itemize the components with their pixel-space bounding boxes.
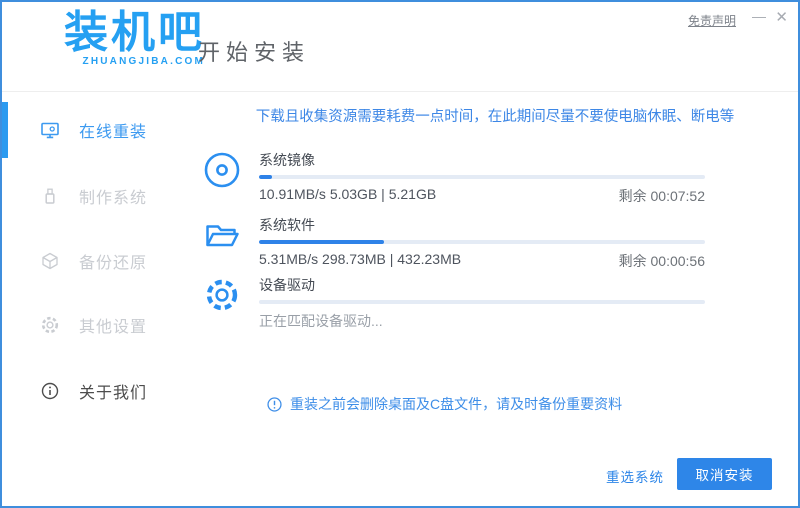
sidebar-item-about-us[interactable]: 关于我们 — [2, 363, 192, 419]
progress-bar — [259, 240, 705, 244]
task-remaining: 剩余 00:07:52 — [618, 188, 705, 204]
app-logo: 装机吧 ZHUANGJIBA.COM — [64, 8, 205, 67]
task-status: 正在匹配设备驱动... — [259, 313, 383, 329]
task-row-device-driver: 设备驱动 正在匹配设备驱动... — [202, 275, 706, 331]
info-icon — [40, 381, 60, 401]
disc-icon — [202, 150, 242, 190]
alert-circle-icon — [266, 396, 283, 413]
cancel-install-button[interactable]: 取消安装 — [677, 458, 772, 490]
installer-window: 装机吧 ZHUANGJIBA.COM 开始安装 免责声明 — ✕ 在线重装 制作… — [0, 0, 800, 508]
folder-icon — [202, 215, 242, 255]
backup-cube-icon — [40, 251, 60, 271]
disclaimer-link[interactable]: 免责声明 — [688, 12, 736, 29]
progress-fill — [259, 175, 273, 179]
sidebar: 在线重装 制作系统 备份还原 其他设置 关于我们 — [2, 92, 192, 506]
backup-tip: 重装之前会删除桌面及C盘文件，请及时备份重要资料 — [266, 394, 622, 414]
minimize-icon[interactable]: — — [752, 8, 766, 24]
download-notice: 下载且收集资源需要耗费一点时间，在此期间尽量不要使电脑休眠、断电等 — [255, 109, 735, 125]
progress-fill — [259, 240, 384, 244]
sidebar-item-label: 关于我们 — [79, 385, 148, 402]
progress-bar — [259, 300, 705, 304]
task-name: 系统镜像 — [259, 152, 315, 168]
task-remaining: 剩余 00:00:56 — [618, 253, 705, 269]
task-name: 设备驱动 — [259, 277, 315, 293]
gear-icon — [202, 275, 242, 315]
sidebar-item-other-settings[interactable]: 其他设置 — [2, 297, 192, 353]
reselect-system-button[interactable]: 重选系统 — [606, 466, 664, 486]
task-stats: 10.91MB/s 5.03GB | 5.21GB — [259, 186, 437, 202]
usb-icon — [40, 186, 60, 206]
task-row-system-image: 系统镜像 10.91MB/s 5.03GB | 5.21GB 剩余 00:07:… — [202, 150, 706, 206]
page-title: 开始安装 — [198, 40, 311, 65]
sidebar-item-backup-restore[interactable]: 备份还原 — [2, 233, 192, 289]
sidebar-item-make-system[interactable]: 制作系统 — [2, 168, 192, 224]
sidebar-item-label: 备份还原 — [79, 255, 148, 272]
task-stats: 5.31MB/s 298.73MB | 432.23MB — [259, 251, 462, 267]
sidebar-item-label: 在线重装 — [79, 124, 148, 141]
sidebar-item-online-reinstall[interactable]: 在线重装 — [2, 102, 192, 158]
progress-bar — [259, 175, 705, 179]
logo-title: 装机吧 — [64, 8, 205, 57]
sidebar-item-label: 其他设置 — [79, 319, 148, 336]
task-row-system-software: 系统软件 5.31MB/s 298.73MB | 432.23MB 剩余 00:… — [202, 215, 706, 271]
task-name: 系统软件 — [259, 217, 315, 233]
backup-tip-text: 重装之前会删除桌面及C盘文件，请及时备份重要资料 — [290, 396, 623, 412]
close-icon[interactable]: ✕ — [775, 8, 788, 26]
gear-icon — [40, 315, 60, 335]
sidebar-item-label: 制作系统 — [79, 190, 148, 207]
header: 装机吧 ZHUANGJIBA.COM 开始安装 免责声明 — ✕ — [2, 2, 798, 92]
logo-subtitle: ZHUANGJIBA.COM — [82, 56, 205, 67]
monitor-icon — [40, 120, 60, 140]
